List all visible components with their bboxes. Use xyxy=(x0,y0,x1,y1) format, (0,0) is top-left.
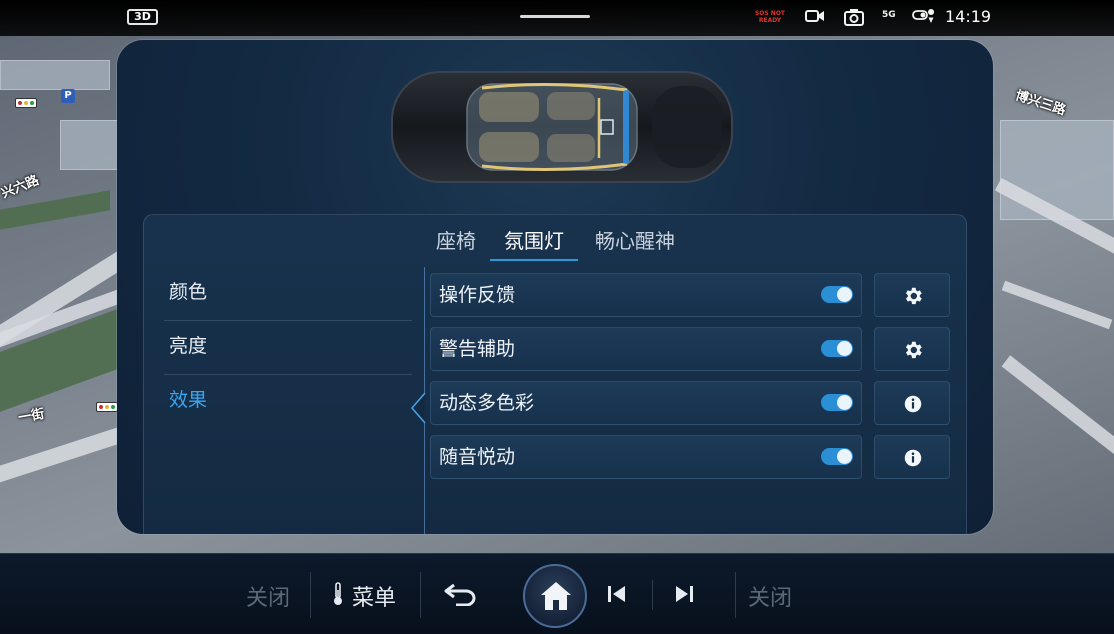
setting-row-dynamic-multicolor: 动态多色彩 xyxy=(430,381,862,425)
dynamic-multicolor-info-button[interactable] xyxy=(874,381,950,425)
setting-label: 动态多色彩 xyxy=(439,392,535,414)
tab-seat[interactable]: 座椅 xyxy=(434,223,478,261)
previous-track-icon[interactable] xyxy=(607,585,627,607)
music-rhythm-info-button[interactable] xyxy=(874,435,950,479)
sidebar-item-color[interactable]: 颜色 xyxy=(164,267,412,321)
tab-ambient-light[interactable]: 氛围灯 xyxy=(490,223,578,261)
home-icon xyxy=(541,582,571,610)
car-top-view-illustration xyxy=(391,71,733,183)
location-toggle-icon[interactable] xyxy=(912,8,936,30)
clock: 14:19 xyxy=(945,7,992,26)
sos-status-line2: READY xyxy=(758,17,782,24)
info-icon xyxy=(904,449,922,467)
map-building xyxy=(0,60,110,90)
warning-assist-toggle[interactable] xyxy=(821,340,853,357)
setting-label: 随音悦动 xyxy=(439,446,516,468)
sidebar-item-brightness[interactable]: 亮度 xyxy=(164,321,412,375)
toggle-knob xyxy=(837,449,852,464)
selected-indicator-icon xyxy=(411,393,426,423)
setting-label: 警告辅助 xyxy=(439,338,516,360)
dock-divider xyxy=(310,572,311,618)
setting-row-operation-feedback: 操作反馈 xyxy=(430,273,862,317)
ambient-light-panel: 座椅 氛围灯 畅心醒神 颜色 亮度 效果 操作反馈 警告辅助 动态多色彩 随音悦… xyxy=(117,40,993,534)
setting-row-music-rhythm: 随音悦动 xyxy=(430,435,862,479)
tab-refresh-mode[interactable]: 畅心醒神 xyxy=(590,223,680,261)
next-track-icon[interactable] xyxy=(674,585,694,607)
setting-row-warning-assist: 警告辅助 xyxy=(430,327,862,371)
camera-icon[interactable] xyxy=(844,8,864,30)
pull-down-handle[interactable] xyxy=(520,15,590,18)
dynamic-multicolor-toggle[interactable] xyxy=(821,394,853,411)
status-bar: 3D SOS NOT READY 5G 14:19 xyxy=(0,0,1114,36)
map-road xyxy=(1001,280,1113,330)
tab-bar: 座椅 氛围灯 畅心醒神 xyxy=(144,223,966,261)
dock-divider xyxy=(652,580,653,610)
warning-assist-settings-button[interactable] xyxy=(874,327,950,371)
toggle-knob xyxy=(837,341,852,356)
bottom-dock: 关闭 菜单 关闭 xyxy=(0,553,1114,634)
settings-card: 座椅 氛围灯 畅心醒神 颜色 亮度 效果 操作反馈 警告辅助 动态多色彩 随音悦… xyxy=(143,214,967,534)
setting-label: 操作反馈 xyxy=(439,284,516,306)
parking-icon: P xyxy=(61,89,75,103)
gear-icon xyxy=(905,341,922,359)
signal-5g-icon: 5G xyxy=(882,10,896,20)
info-icon xyxy=(904,395,922,413)
sidebar-menu: 颜色 亮度 效果 xyxy=(164,267,412,429)
map-street-label: 一街 xyxy=(17,406,46,427)
sos-status-line1: SOS NOT xyxy=(754,10,786,17)
music-rhythm-toggle[interactable] xyxy=(821,448,853,465)
right-close-button[interactable]: 关闭 xyxy=(748,580,792,612)
traffic-light-icon xyxy=(15,98,37,108)
back-icon[interactable] xyxy=(444,582,478,610)
map-3d-toggle[interactable]: 3D xyxy=(127,9,158,25)
map-road xyxy=(1001,355,1114,459)
operation-feedback-toggle[interactable] xyxy=(821,286,853,303)
map-building xyxy=(60,120,120,170)
toggle-knob xyxy=(837,395,852,410)
sos-status: SOS NOT READY xyxy=(752,10,788,24)
gear-icon xyxy=(905,287,922,305)
sidebar-item-effect[interactable]: 效果 xyxy=(164,375,412,429)
dock-divider xyxy=(420,572,421,618)
thermometer-icon[interactable] xyxy=(332,582,344,610)
operation-feedback-settings-button[interactable] xyxy=(874,273,950,317)
home-button[interactable] xyxy=(523,564,587,628)
left-close-button[interactable]: 关闭 xyxy=(246,580,290,612)
map-street-label: 兴六路 xyxy=(0,173,42,202)
traffic-light-icon xyxy=(96,402,118,412)
menu-button[interactable]: 菜单 xyxy=(352,580,396,612)
map-building xyxy=(1000,120,1114,220)
map-street-label: 博兴三路 xyxy=(1013,88,1068,119)
dock-divider xyxy=(735,572,736,618)
video-camera-icon[interactable] xyxy=(805,8,825,28)
toggle-knob xyxy=(837,287,852,302)
